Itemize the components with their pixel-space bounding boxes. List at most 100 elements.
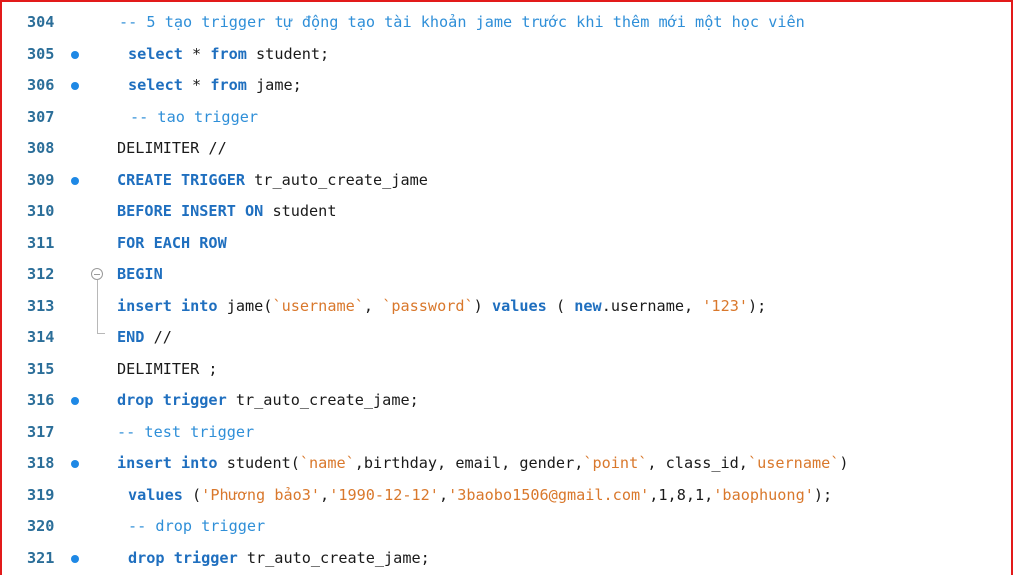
code-line[interactable]: 306 select * from jame; — [2, 70, 1011, 102]
line-number: 318 — [27, 454, 55, 472]
line-number: 311 — [27, 233, 55, 252]
breakpoint-dot-icon[interactable] — [71, 397, 79, 405]
breakpoint-dot-icon[interactable] — [71, 50, 79, 59]
line-number: 317 — [27, 422, 55, 441]
code-token: jame; — [246, 76, 302, 94]
fold-guide — [97, 280, 98, 333]
line-number: 321 — [27, 548, 55, 567]
code-line[interactable]: 308 DELIMITER // — [2, 133, 1011, 165]
line-number: 307 — [27, 107, 55, 126]
code-text: -- 5 tạo trigger tự động tạo tài khoản j… — [119, 7, 805, 39]
code-token: drop trigger — [117, 391, 227, 409]
code-token: .username, — [601, 296, 703, 315]
code-line[interactable]: 309 CREATE TRIGGER tr_auto_create_jame — [2, 165, 1011, 197]
code-token: '3baobo1506@gmail.com' — [448, 485, 650, 504]
code-token: '123' — [702, 296, 748, 315]
code-text: FOR EACH ROW — [117, 228, 227, 260]
code-line[interactable]: 317 -- test trigger — [2, 417, 1011, 449]
code-token: , class_id, — [647, 454, 748, 472]
code-line[interactable]: 318 insert into student(`name`,birthday, … — [2, 448, 1011, 480]
code-text: insert into student(`name`,birthday, ema… — [117, 448, 849, 480]
code-text: CREATE TRIGGER tr_auto_create_jame — [117, 165, 428, 197]
sql-editor[interactable]: 304 -- 5 tạo trigger tự động tạo tài khoả… — [0, 0, 1013, 575]
code-text: drop trigger tr_auto_create_jame; — [117, 385, 419, 417]
code-token: '1990-12-12' — [329, 485, 439, 504]
code-token: tr_auto_create_jame; — [226, 391, 419, 409]
code-line[interactable]: 320 -- drop trigger — [2, 511, 1011, 543]
code-text: select * from jame; — [128, 70, 302, 102]
code-token: DELIMITER // — [117, 139, 227, 157]
code-line[interactable]: 315 DELIMITER ; — [2, 354, 1011, 386]
code-token: values — [128, 485, 183, 504]
code-text: BEFORE INSERT ON student — [117, 196, 336, 228]
code-token: student — [263, 202, 337, 220]
breakpoint-dot-icon[interactable] — [71, 460, 79, 468]
code-token: insert into — [117, 296, 218, 315]
code-text: drop trigger tr_auto_create_jame; — [128, 543, 430, 575]
code-token: FOR EACH ROW — [117, 233, 227, 252]
breakpoint-dot-icon[interactable] — [71, 176, 79, 185]
line-number: 309 — [27, 170, 55, 189]
code-line[interactable]: 311 FOR EACH ROW — [2, 228, 1011, 260]
code-token: `username` — [747, 454, 840, 472]
code-text: END // — [117, 322, 172, 354]
code-text: values ('Phương bảo3','1990-12-12','3bao… — [128, 480, 832, 512]
line-number: 320 — [27, 517, 55, 535]
code-token: CREATE TRIGGER — [117, 170, 246, 189]
code-line[interactable]: 319 values ('Phương bảo3','1990-12-12','3… — [2, 480, 1011, 512]
code-token: ,1,8,1, — [649, 485, 714, 504]
code-line[interactable]: 316 drop trigger tr_auto_create_jame; — [2, 385, 1011, 417]
code-text: BEGIN — [117, 259, 163, 291]
code-line[interactable]: 314 END // — [2, 322, 1011, 354]
code-token: tr_auto_create_jame — [245, 170, 428, 189]
code-token: from — [210, 76, 247, 94]
code-line[interactable]: 305 select * from student; — [2, 39, 1011, 71]
fold-collapse-icon[interactable] — [91, 268, 103, 280]
code-token: `name` — [299, 454, 355, 472]
code-text: select * from student; — [128, 39, 329, 71]
code-line[interactable]: 312 BEGIN — [2, 259, 1011, 291]
line-number: 304 — [27, 13, 55, 31]
code-line[interactable]: 304 -- 5 tạo trigger tự động tạo tài khoả… — [2, 7, 1011, 39]
code-token: `point` — [583, 454, 648, 472]
code-text: -- drop trigger — [128, 511, 265, 543]
code-line[interactable]: 321 drop trigger tr_auto_create_jame; — [2, 543, 1011, 575]
code-text: DELIMITER ; — [117, 354, 218, 386]
code-line[interactable]: 313 insert into jame(`username`, `passwor… — [2, 291, 1011, 323]
code-token: -- tao trigger — [130, 107, 259, 126]
code-text: -- tao trigger — [130, 102, 258, 134]
code-token: BEGIN — [117, 265, 163, 283]
line-number: 310 — [27, 202, 55, 220]
code-token: , — [363, 296, 383, 315]
code-token: jame( — [217, 296, 273, 315]
code-text: DELIMITER // — [117, 133, 227, 165]
code-token: from — [210, 44, 247, 63]
code-line[interactable]: 307 -- tao trigger — [2, 102, 1011, 134]
code-token: , — [438, 485, 449, 504]
line-number: 312 — [27, 265, 55, 283]
breakpoint-dot-icon[interactable] — [71, 82, 79, 90]
line-number: 308 — [27, 139, 55, 157]
code-token: * — [182, 76, 211, 94]
code-token: ( — [546, 296, 575, 315]
code-token: drop trigger — [128, 548, 238, 567]
breakpoint-dot-icon[interactable] — [71, 554, 79, 563]
line-number: 305 — [27, 44, 55, 63]
code-token: values — [491, 296, 547, 315]
code-token: , — [320, 485, 330, 504]
code-token: `password` — [382, 296, 474, 315]
code-text: -- test trigger — [117, 417, 254, 449]
code-token: DELIMITER ; — [117, 359, 218, 378]
code-token: * — [182, 44, 211, 63]
code-token: `username` — [272, 296, 364, 315]
code-line[interactable]: 310 BEFORE INSERT ON student — [2, 196, 1011, 228]
code-token: select — [128, 44, 183, 63]
line-number: 314 — [27, 328, 55, 346]
code-token: ) — [839, 454, 849, 472]
code-token: ( — [182, 485, 202, 504]
code-token: ) — [473, 296, 492, 315]
code-token: END — [117, 328, 145, 346]
code-token: -- 5 tạo trigger tự động tạo tài khoản j… — [119, 13, 805, 31]
code-token: student; — [246, 44, 330, 63]
code-token: 'Phương bảo3' — [201, 485, 321, 504]
